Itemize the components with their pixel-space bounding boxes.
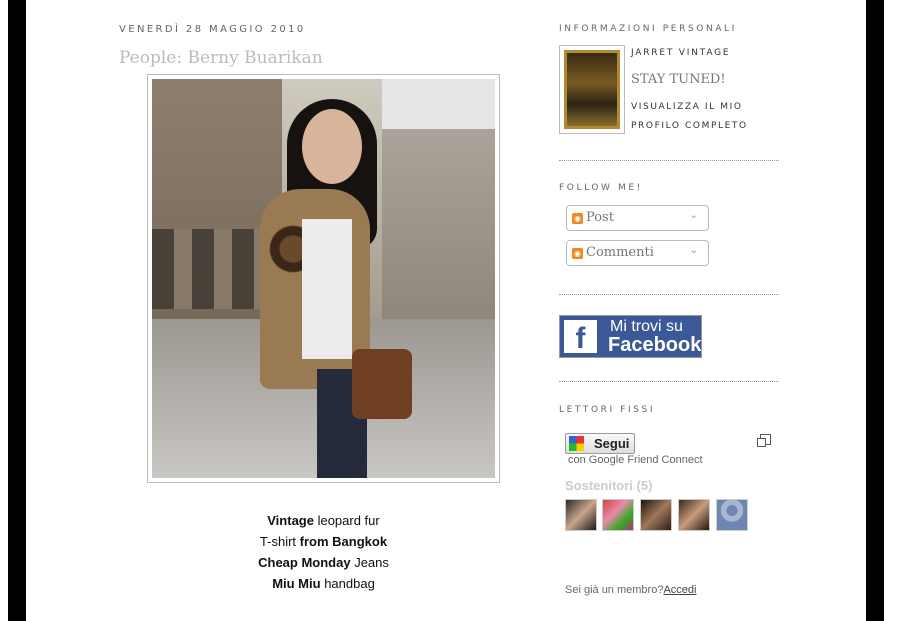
post-photo-frame — [147, 74, 500, 483]
chevron-down-icon: ⌄ — [689, 245, 698, 256]
follow-button-label: Segui — [594, 436, 630, 451]
page-margin-right — [884, 0, 897, 621]
rss-icon: ◉ — [572, 248, 583, 259]
divider — [559, 381, 779, 382]
facebook-icon: f — [564, 320, 597, 355]
gfc-text: con Google Friend Connect — [568, 454, 703, 466]
photo-person-shirt — [302, 219, 352, 359]
post-photo[interactable] — [152, 79, 495, 478]
photo-person-head — [302, 109, 362, 184]
post-caption: Vintage leopard fur T-shirt from Bangkok… — [147, 510, 500, 594]
sign-in-link[interactable]: Accedi — [663, 584, 696, 596]
page-border-left — [8, 0, 26, 621]
photo-building-right — [382, 129, 495, 319]
followers-title[interactable]: Sostenitori (5) — [565, 478, 652, 493]
divider — [559, 294, 779, 295]
caption-line: T-shirt from Bangkok — [259, 534, 388, 549]
caption-line: Miu Miu handbag — [272, 576, 375, 591]
divider — [559, 160, 779, 161]
profile-heading: Informazioni personali — [559, 24, 737, 34]
google-friend-connect-icon — [569, 436, 584, 451]
page-margin-left — [0, 0, 8, 621]
rss-icon: ◉ — [572, 213, 583, 224]
expand-icon[interactable] — [757, 434, 771, 447]
follow-button[interactable]: Segui — [565, 433, 635, 454]
avatar[interactable] — [565, 499, 597, 531]
avatar-default[interactable] — [716, 499, 748, 531]
profile-photo[interactable] — [559, 45, 625, 134]
facebook-badge[interactable]: f Mi trovi su Facebook — [559, 315, 702, 358]
avatar[interactable] — [640, 499, 672, 531]
profile-photo-image — [564, 50, 620, 129]
post-date: venerdì 28 maggio 2010 — [119, 24, 306, 35]
avatar[interactable] — [602, 499, 634, 531]
member-prompt: Sei già un membro?Accedi — [565, 584, 697, 596]
facebook-line2: Facebook — [608, 334, 702, 356]
profile-full-link[interactable]: Visualizza il mio profilo completo — [631, 98, 761, 136]
chevron-down-icon: ⌄ — [689, 210, 698, 221]
post-feed-button[interactable]: ◉ Post ⌄ — [566, 205, 709, 231]
post-title[interactable]: People: Berny Buarikan — [119, 48, 323, 68]
post-feed-label: Post — [586, 210, 614, 225]
followers-heading: Lettori fissi — [559, 405, 656, 415]
page-border-right — [866, 0, 884, 621]
profile-name[interactable]: Jarret Vintage — [631, 48, 730, 58]
follow-heading: Follow me! — [559, 183, 643, 193]
avatar[interactable] — [678, 499, 710, 531]
comments-feed-label: Commenti — [586, 245, 654, 260]
photo-handbag — [352, 349, 412, 419]
caption-line: Vintage leopard fur — [267, 513, 380, 528]
caption-line: Cheap Monday Jeans — [258, 555, 389, 570]
profile-about: STAY TUNED! — [631, 72, 726, 87]
comments-feed-button[interactable]: ◉ Commenti ⌄ — [566, 240, 709, 266]
